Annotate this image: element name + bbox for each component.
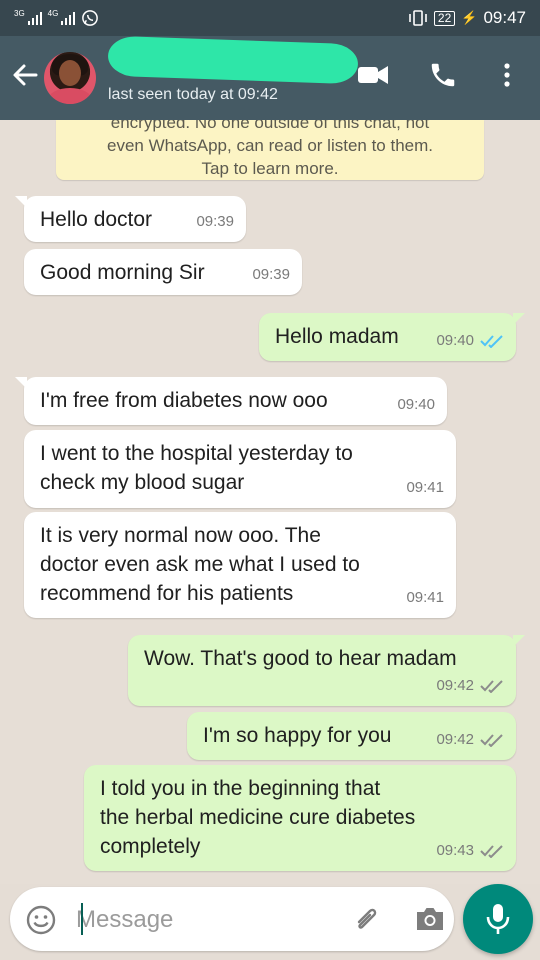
signal-icon [27, 11, 42, 25]
message-bubble-incoming[interactable]: It is very normal now ooo. The doctor ev… [24, 512, 456, 618]
double-check-delivered-icon [480, 844, 503, 858]
back-button[interactable] [10, 60, 40, 90]
encryption-notice-line-3: Tap to learn more. [201, 159, 339, 178]
message-bubble-incoming[interactable]: I went to the hospital yesterday to chec… [24, 430, 456, 508]
status-bar: 3G 4G 22 ⚡ 09:47 [0, 0, 540, 36]
status-time: 09:47 [483, 8, 526, 27]
bubble-tail [513, 313, 525, 325]
attach-button[interactable] [350, 903, 384, 942]
message-text: It is very normal now ooo. The doctor ev… [40, 524, 360, 605]
video-camera-icon [358, 66, 388, 84]
message-time: 09:40 [436, 332, 474, 349]
message-text: I'm free from diabetes now ooo [40, 389, 328, 412]
status-left: 3G 4G [14, 9, 99, 27]
charging-icon: ⚡ [461, 10, 478, 25]
whatsapp-notification-icon [82, 10, 99, 26]
paperclip-icon [357, 908, 377, 929]
camera-button[interactable] [414, 905, 446, 938]
message-bubble-incoming[interactable]: Hello doctor 09:39 [15, 196, 246, 242]
message-time: 09:41 [406, 589, 444, 606]
message-meta: 09:43 [436, 836, 504, 865]
chat-area[interactable]: encrypted. No one outside of this chat, … [0, 120, 540, 884]
text-caret [81, 903, 83, 935]
more-options-button[interactable] [495, 60, 519, 95]
chat-header: last seen today at 09:42 [0, 35, 540, 120]
message-time: 09:42 [436, 731, 474, 748]
vibrate-icon [409, 10, 427, 26]
message-text: Wow. That's good to hear madam [144, 647, 457, 670]
message-text: Good morning Sir [40, 261, 205, 284]
double-check-delivered-icon [480, 679, 503, 693]
network-type-1: 3G [14, 8, 25, 18]
bubble-tail [15, 377, 27, 389]
signal-icon-2 [61, 11, 76, 25]
encryption-notice-line-2: even WhatsApp, can read or listen to the… [106, 136, 433, 155]
voice-message-button[interactable] [463, 884, 533, 954]
encryption-notice-line-cut: encrypted. No one outside of this chat, … [110, 120, 430, 132]
message-text: I went to the hospital yesterday to chec… [40, 442, 353, 494]
encryption-notice[interactable]: encrypted. No one outside of this chat, … [56, 120, 484, 180]
message-time: 09:43 [436, 842, 474, 859]
message-bubble-incoming[interactable]: Good morning Sir 09:39 [24, 249, 302, 295]
more-vertical-icon [504, 63, 510, 87]
bubble-tail [15, 196, 27, 208]
microphone-icon [486, 904, 510, 934]
camera-icon [417, 908, 443, 930]
message-composer [10, 887, 454, 951]
message-meta: 09:40 [397, 390, 435, 419]
message-input[interactable] [70, 897, 338, 943]
emoji-button[interactable] [26, 905, 56, 940]
message-time: 09:39 [196, 213, 234, 230]
phone-icon [431, 63, 455, 87]
contact-avatar[interactable] [44, 52, 96, 104]
message-bubble-incoming[interactable]: I'm free from diabetes now ooo 09:40 [15, 377, 447, 425]
message-meta: 09:42 [436, 671, 504, 700]
video-call-button[interactable] [357, 60, 389, 95]
message-meta: 09:39 [252, 260, 290, 289]
message-meta: 09:40 [436, 326, 504, 355]
message-time: 09:42 [436, 677, 474, 694]
message-bubble-outgoing[interactable]: Hello madam 09:40 [259, 313, 525, 361]
message-bubble-outgoing[interactable]: I told you in the beginning that the her… [84, 765, 516, 871]
message-time: 09:41 [406, 479, 444, 496]
double-check-delivered-icon [480, 733, 503, 747]
arrow-left-icon [13, 64, 38, 86]
message-time: 09:39 [252, 266, 290, 283]
bubble-tail [513, 635, 525, 647]
network-type-2: 4G [47, 8, 59, 18]
last-seen-status: last seen today at 09:42 [108, 86, 278, 103]
message-meta: 09:39 [196, 207, 234, 236]
message-bubble-outgoing[interactable]: Wow. That's good to hear madam 09:42 [128, 635, 525, 706]
message-meta: 09:42 [436, 725, 504, 754]
double-check-read-icon [480, 334, 503, 348]
avatar-face [59, 60, 81, 86]
voice-call-button[interactable] [428, 60, 458, 95]
message-meta: 09:41 [406, 583, 444, 612]
message-bubble-outgoing[interactable]: I'm so happy for you 09:42 [187, 712, 516, 760]
message-meta: 09:41 [406, 473, 444, 502]
battery-indicator: 22 [433, 10, 456, 26]
contact-name-redaction[interactable] [107, 35, 359, 85]
emoji-icon [26, 905, 56, 935]
status-right: 22 ⚡ 09:47 [408, 8, 526, 28]
message-time: 09:40 [397, 396, 435, 413]
avatar-shirt [48, 88, 92, 104]
